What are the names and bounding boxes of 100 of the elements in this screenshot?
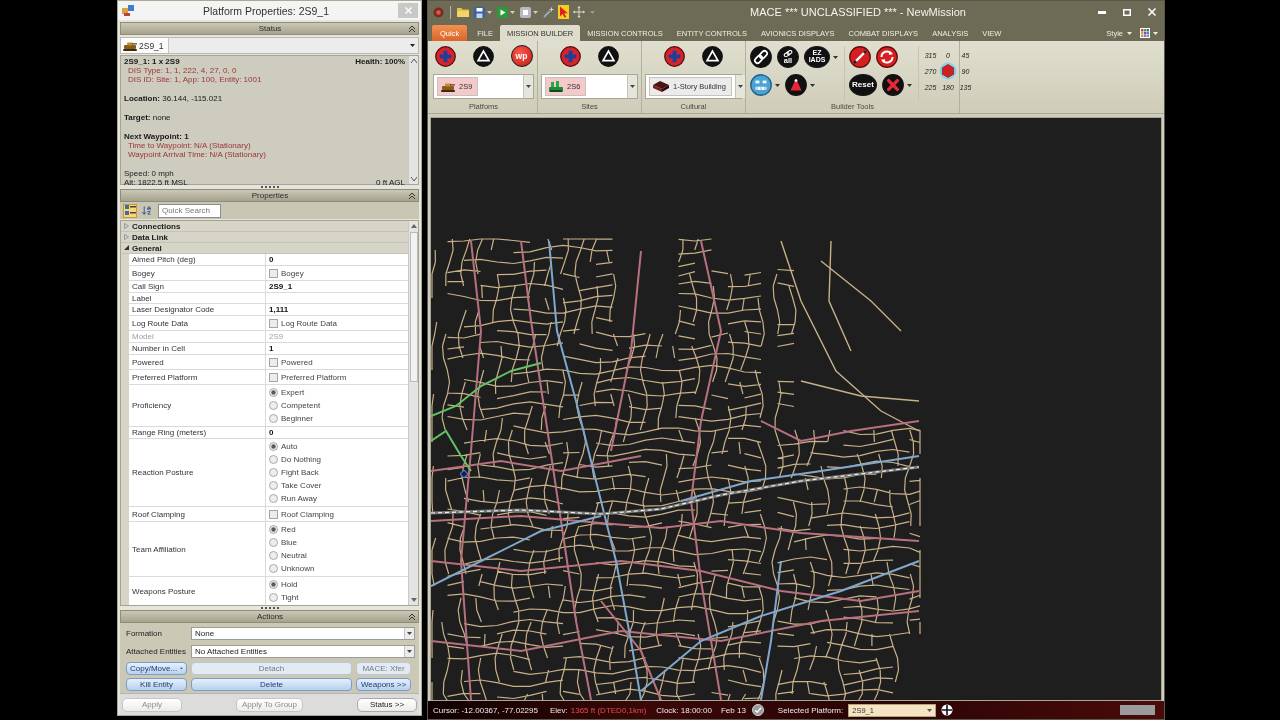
link-icon[interactable] (750, 46, 772, 68)
caret-icon[interactable] (407, 632, 412, 635)
radio-button[interactable] (269, 468, 278, 477)
radio-button[interactable] (269, 455, 278, 464)
categorized-view-button[interactable] (123, 203, 137, 218)
quick-access-button[interactable] (473, 5, 493, 19)
add-icon[interactable] (434, 45, 456, 67)
scroll-down-icon[interactable] (410, 177, 417, 181)
scrollbar-thumb[interactable] (409, 232, 418, 382)
property-value[interactable]: 1,111 (269, 305, 289, 314)
maximize-icon[interactable] (1123, 8, 1131, 16)
quick-access-button[interactable] (519, 5, 539, 19)
quick-access-button[interactable] (542, 5, 555, 19)
dropdown-field[interactable]: No Attached Entities (191, 645, 415, 658)
checkbox[interactable] (269, 357, 278, 367)
reset-button[interactable]: Reset (849, 74, 877, 96)
radio-button[interactable] (269, 481, 278, 490)
property-label: Team Affiliation (132, 544, 186, 554)
caret-icon[interactable] (927, 708, 933, 712)
color-grid-icon[interactable] (1140, 28, 1150, 38)
action-button[interactable]: Copy/Move... (126, 662, 187, 675)
radio-button[interactable] (269, 580, 278, 589)
dropdown-field[interactable]: None (191, 627, 415, 640)
caret-icon[interactable] (907, 83, 912, 87)
checkbox[interactable] (269, 268, 278, 278)
radio-label: Fight Back (281, 468, 319, 477)
check-circle-icon (751, 704, 764, 716)
add-icon[interactable] (560, 45, 581, 67)
delete-icon[interactable] (882, 74, 904, 96)
section-header[interactable]: Actions (120, 610, 419, 623)
property-value[interactable]: 2S9_1 (269, 282, 293, 291)
category-header[interactable]: Data Link (121, 232, 408, 243)
property-label: Model (132, 332, 154, 341)
property-label: Bogey (132, 268, 155, 278)
category-header[interactable]: Connections (121, 221, 408, 232)
add-icon[interactable] (664, 45, 685, 67)
section-header[interactable]: Properties (120, 189, 419, 202)
caret-icon[interactable] (407, 650, 412, 653)
radio-button[interactable] (269, 525, 278, 534)
line-tool-icon[interactable] (849, 46, 871, 68)
caret-icon[interactable] (737, 85, 743, 88)
collapse-icon[interactable] (409, 192, 415, 199)
vehicle-icon (123, 40, 137, 51)
category-header[interactable]: General (121, 243, 408, 254)
checkbox[interactable] (269, 372, 278, 382)
section-header[interactable]: Status (120, 22, 419, 35)
alphabetical-view-button[interactable] (139, 203, 153, 218)
checkbox[interactable] (269, 318, 278, 328)
status-detail: DIS ID: Site: 1, App: 100, Entity: 1001 (127, 75, 263, 84)
scrollbar[interactable] (408, 56, 418, 184)
expanded-icon[interactable] (124, 245, 129, 251)
window-title: MACE *** UNCLASSIFIED *** - NewMission (749, 6, 967, 18)
minimize-icon[interactable] (1098, 10, 1106, 14)
save-icon (474, 6, 485, 18)
close-icon[interactable] (1148, 8, 1156, 16)
action-button[interactable]: Delete (191, 678, 352, 691)
cone-icon[interactable] (785, 74, 807, 96)
wp-button[interactable]: wp (510, 45, 533, 67)
radio-button[interactable] (269, 388, 278, 397)
status-panel-block (1120, 705, 1155, 715)
refresh-icon[interactable] (876, 46, 898, 68)
radio-button[interactable] (269, 442, 278, 451)
quick-access-button[interactable] (496, 5, 516, 19)
caret-icon[interactable] (526, 85, 531, 88)
action-button[interactable]: Kill Entity (126, 678, 187, 691)
radio-button[interactable] (269, 593, 278, 602)
caret-icon[interactable] (810, 83, 815, 87)
entity-dropdown[interactable]: 2S9_1 (120, 37, 419, 54)
scrollbar[interactable] (408, 221, 418, 605)
radio-label: Unknown (281, 564, 315, 573)
footer-button[interactable]: Status >> (357, 697, 417, 712)
scroll-up-icon[interactable] (410, 59, 417, 63)
caret-icon[interactable] (409, 44, 415, 47)
radio-button[interactable] (269, 538, 278, 547)
property-value[interactable]: 1 (269, 344, 274, 353)
face-icon[interactable] (750, 74, 772, 96)
quick-access-button[interactable] (432, 5, 445, 19)
scroll-up-icon[interactable] (410, 224, 417, 228)
radio-button[interactable] (269, 401, 278, 410)
collapse-icon[interactable] (409, 613, 415, 620)
radio-button[interactable] (269, 414, 278, 423)
search-field[interactable]: Quick Search (158, 203, 221, 218)
checkbox[interactable] (269, 509, 278, 519)
status-detail: Time to Waypoint: N/A (Stationary) (127, 141, 252, 150)
radio-button[interactable] (269, 551, 278, 560)
radio-button[interactable] (269, 494, 278, 503)
property-value[interactable]: 0 (269, 255, 274, 264)
action-button[interactable]: Weapons >> (356, 678, 411, 691)
caret-icon[interactable] (833, 55, 838, 59)
property-value[interactable]: 0 (269, 428, 274, 437)
caret-icon[interactable] (630, 85, 635, 88)
quick-access-button[interactable] (558, 5, 569, 19)
quick-access-button[interactable] (572, 5, 586, 19)
crosshair-icon[interactable] (941, 704, 954, 716)
scroll-down-icon[interactable] (410, 598, 417, 602)
caret-icon[interactable] (775, 83, 780, 87)
radio-button[interactable] (269, 564, 278, 573)
compass-knob-icon[interactable] (939, 62, 957, 80)
collapse-icon[interactable] (409, 25, 415, 32)
quick-access-button[interactable] (456, 6, 470, 18)
